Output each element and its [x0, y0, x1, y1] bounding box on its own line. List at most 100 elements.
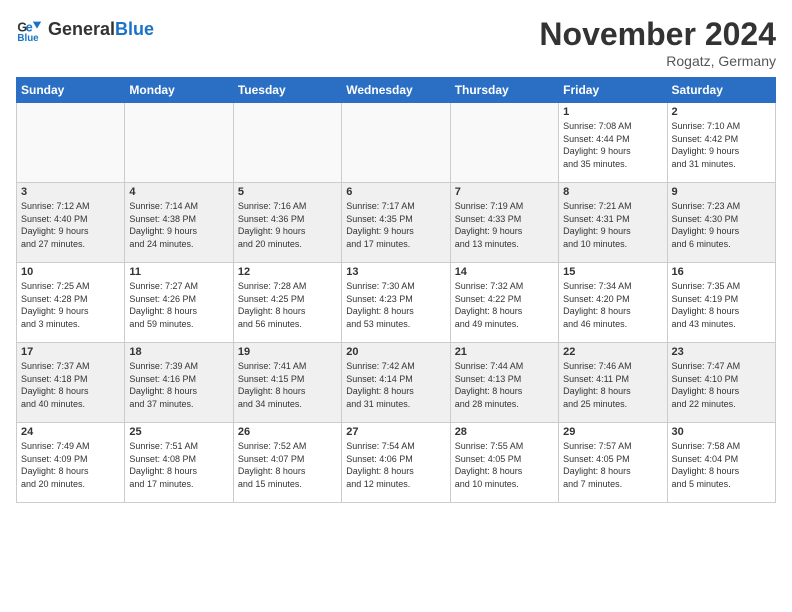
logo: G e Blue GeneralBlue — [16, 16, 154, 44]
day-cell: 2 Sunrise: 7:10 AM Sunset: 4:42 PM Daylig… — [667, 103, 775, 183]
day-info: Sunrise: 7:41 AM Sunset: 4:15 PM Dayligh… — [238, 360, 337, 410]
svg-text:Blue: Blue — [17, 33, 39, 44]
day-info: Sunrise: 7:28 AM Sunset: 4:25 PM Dayligh… — [238, 280, 337, 330]
day-info: Sunrise: 7:35 AM Sunset: 4:19 PM Dayligh… — [672, 280, 771, 330]
day-cell: 9 Sunrise: 7:23 AM Sunset: 4:30 PM Daylig… — [667, 183, 775, 263]
day-info: Sunrise: 7:52 AM Sunset: 4:07 PM Dayligh… — [238, 440, 337, 490]
day-number: 5 — [238, 186, 337, 198]
day-info: Sunrise: 7:32 AM Sunset: 4:22 PM Dayligh… — [455, 280, 554, 330]
day-info: Sunrise: 7:44 AM Sunset: 4:13 PM Dayligh… — [455, 360, 554, 410]
day-number: 20 — [346, 346, 445, 358]
day-cell: 24 Sunrise: 7:49 AM Sunset: 4:09 PM Dayli… — [17, 423, 125, 503]
logo-text: GeneralBlue — [48, 20, 154, 40]
day-info: Sunrise: 7:37 AM Sunset: 4:18 PM Dayligh… — [21, 360, 120, 410]
weekday-header-tuesday: Tuesday — [233, 78, 341, 103]
day-number: 4 — [129, 186, 228, 198]
day-number: 22 — [563, 346, 662, 358]
day-number: 27 — [346, 426, 445, 438]
day-info: Sunrise: 7:39 AM Sunset: 4:16 PM Dayligh… — [129, 360, 228, 410]
day-number: 28 — [455, 426, 554, 438]
day-number: 12 — [238, 266, 337, 278]
day-number: 11 — [129, 266, 228, 278]
day-number: 17 — [21, 346, 120, 358]
day-cell — [233, 103, 341, 183]
day-cell: 14 Sunrise: 7:32 AM Sunset: 4:22 PM Dayli… — [450, 263, 558, 343]
day-cell: 12 Sunrise: 7:28 AM Sunset: 4:25 PM Dayli… — [233, 263, 341, 343]
weekday-header-row: SundayMondayTuesdayWednesdayThursdayFrid… — [17, 78, 776, 103]
week-row-1: 3Sunrise: 7:12 AM Sunset: 4:40 PM Daylig… — [17, 183, 776, 263]
day-number: 8 — [563, 186, 662, 198]
day-cell: 21 Sunrise: 7:44 AM Sunset: 4:13 PM Dayli… — [450, 343, 558, 423]
day-number: 24 — [21, 426, 120, 438]
week-row-2: 10 Sunrise: 7:25 AM Sunset: 4:28 PM Dayli… — [17, 263, 776, 343]
day-info: Sunrise: 7:10 AM Sunset: 4:42 PM Dayligh… — [672, 120, 771, 170]
day-number: 30 — [672, 426, 771, 438]
weekday-header-wednesday: Wednesday — [342, 78, 450, 103]
svg-text:e: e — [26, 20, 33, 34]
day-cell: 6Sunrise: 7:17 AM Sunset: 4:35 PM Daylig… — [342, 183, 450, 263]
day-info: Sunrise: 7:57 AM Sunset: 4:05 PM Dayligh… — [563, 440, 662, 490]
day-cell — [342, 103, 450, 183]
day-cell: 29 Sunrise: 7:57 AM Sunset: 4:05 PM Dayli… — [559, 423, 667, 503]
weekday-header-thursday: Thursday — [450, 78, 558, 103]
day-cell: 7Sunrise: 7:19 AM Sunset: 4:33 PM Daylig… — [450, 183, 558, 263]
day-cell: 25Sunrise: 7:51 AM Sunset: 4:08 PM Dayli… — [125, 423, 233, 503]
day-info: Sunrise: 7:27 AM Sunset: 4:26 PM Dayligh… — [129, 280, 228, 330]
day-cell — [450, 103, 558, 183]
day-number: 9 — [672, 186, 771, 198]
day-info: Sunrise: 7:49 AM Sunset: 4:09 PM Dayligh… — [21, 440, 120, 490]
day-cell: 27 Sunrise: 7:54 AM Sunset: 4:06 PM Dayli… — [342, 423, 450, 503]
weekday-header-sunday: Sunday — [17, 78, 125, 103]
day-number: 16 — [672, 266, 771, 278]
day-number: 26 — [238, 426, 337, 438]
day-cell: 13Sunrise: 7:30 AM Sunset: 4:23 PM Dayli… — [342, 263, 450, 343]
day-info: Sunrise: 7:25 AM Sunset: 4:28 PM Dayligh… — [21, 280, 120, 330]
day-info: Sunrise: 7:12 AM Sunset: 4:40 PM Dayligh… — [21, 200, 120, 250]
day-info: Sunrise: 7:47 AM Sunset: 4:10 PM Dayligh… — [672, 360, 771, 410]
weekday-header-saturday: Saturday — [667, 78, 775, 103]
day-cell: 17 Sunrise: 7:37 AM Sunset: 4:18 PM Dayli… — [17, 343, 125, 423]
calendar-table: SundayMondayTuesdayWednesdayThursdayFrid… — [16, 77, 776, 503]
day-number: 23 — [672, 346, 771, 358]
day-number: 1 — [563, 106, 662, 118]
day-number: 25 — [129, 426, 228, 438]
day-number: 15 — [563, 266, 662, 278]
day-cell — [17, 103, 125, 183]
day-info: Sunrise: 7:23 AM Sunset: 4:30 PM Dayligh… — [672, 200, 771, 250]
day-info: Sunrise: 7:46 AM Sunset: 4:11 PM Dayligh… — [563, 360, 662, 410]
weekday-header-monday: Monday — [125, 78, 233, 103]
week-row-3: 17 Sunrise: 7:37 AM Sunset: 4:18 PM Dayli… — [17, 343, 776, 423]
day-info: Sunrise: 7:16 AM Sunset: 4:36 PM Dayligh… — [238, 200, 337, 250]
week-row-0: 1Sunrise: 7:08 AM Sunset: 4:44 PM Daylig… — [17, 103, 776, 183]
day-info: Sunrise: 7:55 AM Sunset: 4:05 PM Dayligh… — [455, 440, 554, 490]
location: Rogatz, Germany — [539, 53, 776, 69]
day-info: Sunrise: 7:30 AM Sunset: 4:23 PM Dayligh… — [346, 280, 445, 330]
day-number: 14 — [455, 266, 554, 278]
day-number: 10 — [21, 266, 120, 278]
month-title: November 2024 — [539, 16, 776, 53]
day-info: Sunrise: 7:21 AM Sunset: 4:31 PM Dayligh… — [563, 200, 662, 250]
day-info: Sunrise: 7:34 AM Sunset: 4:20 PM Dayligh… — [563, 280, 662, 330]
day-info: Sunrise: 7:54 AM Sunset: 4:06 PM Dayligh… — [346, 440, 445, 490]
day-cell: 16 Sunrise: 7:35 AM Sunset: 4:19 PM Dayli… — [667, 263, 775, 343]
day-cell: 23 Sunrise: 7:47 AM Sunset: 4:10 PM Dayli… — [667, 343, 775, 423]
day-number: 7 — [455, 186, 554, 198]
day-cell: 15 Sunrise: 7:34 AM Sunset: 4:20 PM Dayli… — [559, 263, 667, 343]
day-cell: 10 Sunrise: 7:25 AM Sunset: 4:28 PM Dayli… — [17, 263, 125, 343]
header: G e Blue GeneralBlue November 2024 Rogat… — [16, 16, 776, 69]
day-cell — [125, 103, 233, 183]
day-cell: 30 Sunrise: 7:58 AM Sunset: 4:04 PM Dayli… — [667, 423, 775, 503]
logo-icon: G e Blue — [16, 16, 44, 44]
day-info: Sunrise: 7:58 AM Sunset: 4:04 PM Dayligh… — [672, 440, 771, 490]
day-info: Sunrise: 7:42 AM Sunset: 4:14 PM Dayligh… — [346, 360, 445, 410]
week-row-4: 24 Sunrise: 7:49 AM Sunset: 4:09 PM Dayli… — [17, 423, 776, 503]
day-info: Sunrise: 7:17 AM Sunset: 4:35 PM Dayligh… — [346, 200, 445, 250]
day-cell: 5 Sunrise: 7:16 AM Sunset: 4:36 PM Daylig… — [233, 183, 341, 263]
day-number: 2 — [672, 106, 771, 118]
day-cell: 19Sunrise: 7:41 AM Sunset: 4:15 PM Dayli… — [233, 343, 341, 423]
day-cell: 11 Sunrise: 7:27 AM Sunset: 4:26 PM Dayli… — [125, 263, 233, 343]
day-cell: 3Sunrise: 7:12 AM Sunset: 4:40 PM Daylig… — [17, 183, 125, 263]
day-number: 18 — [129, 346, 228, 358]
day-number: 29 — [563, 426, 662, 438]
day-number: 21 — [455, 346, 554, 358]
